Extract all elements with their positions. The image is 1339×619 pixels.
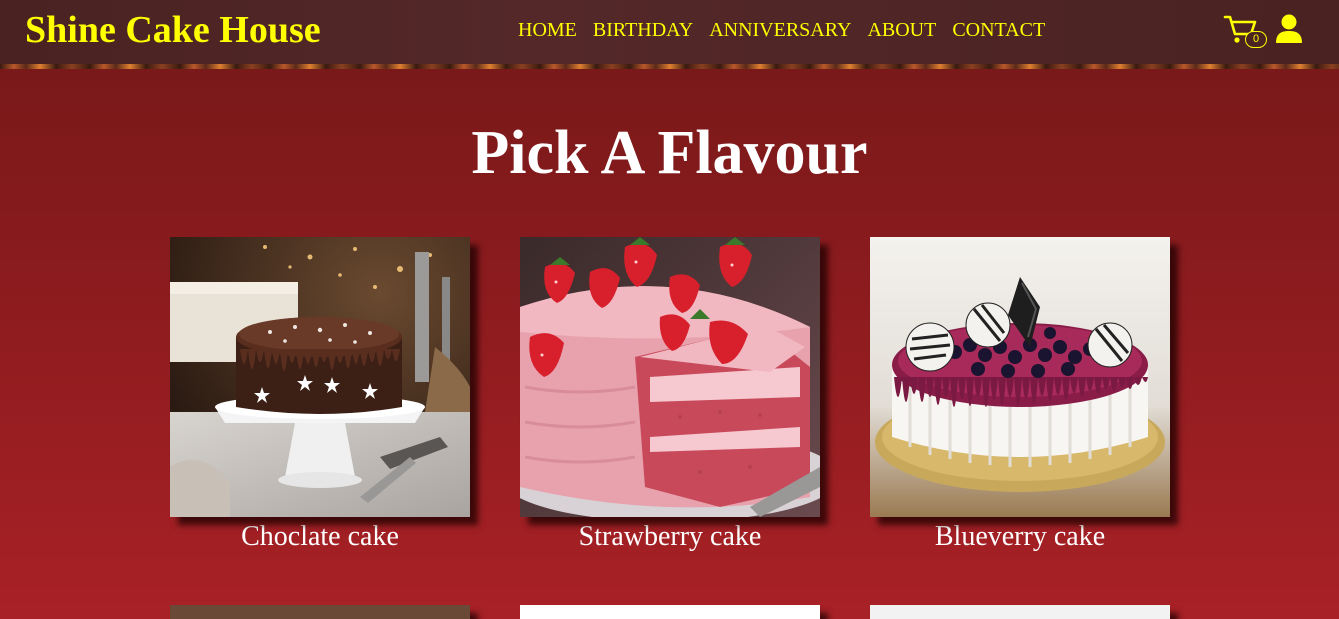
card-label: Strawberry cake bbox=[578, 521, 762, 552]
product-card-chocolate[interactable]: Choclate cake bbox=[170, 237, 470, 553]
card-label: Choclate cake bbox=[241, 521, 399, 552]
nav-birthday[interactable]: BIRTHDAY bbox=[593, 19, 693, 42]
product-card-strawberry[interactable]: Strawberry cake bbox=[520, 237, 820, 553]
cart-button[interactable]: 0 bbox=[1223, 13, 1267, 49]
user-icon bbox=[1276, 14, 1302, 43]
product-card-peek[interactable] bbox=[170, 605, 470, 619]
nav-about[interactable]: ABOUT bbox=[867, 19, 936, 42]
nav-anniversary[interactable]: ANNIVERSARY bbox=[709, 19, 851, 42]
product-card-peek[interactable] bbox=[520, 605, 820, 619]
cart-count-badge: 0 bbox=[1245, 31, 1267, 48]
nav-menu: HOME BIRTHDAY ANNIVERSARY ABOUT CONTACT bbox=[518, 19, 1045, 42]
brand-logo[interactable]: Shine Cake House bbox=[25, 8, 321, 52]
navbar: Shine Cake House HOME BIRTHDAY ANNIVERSA… bbox=[0, 0, 1339, 64]
product-card-blueberry[interactable]: Blueverry cake bbox=[870, 237, 1170, 553]
nav-contact[interactable]: CONTACT bbox=[952, 19, 1045, 42]
nav-home[interactable]: HOME bbox=[518, 19, 577, 42]
chocolate-cake-image[interactable] bbox=[170, 237, 470, 517]
header-banner-strip bbox=[0, 64, 1339, 69]
user-account-button[interactable] bbox=[1275, 14, 1303, 44]
card-label: Blueverry cake bbox=[934, 521, 1106, 552]
page-title: Pick A Flavour bbox=[471, 119, 868, 187]
blueberry-cake-image[interactable] bbox=[870, 237, 1170, 517]
strawberry-cake-image[interactable] bbox=[520, 237, 820, 517]
product-card-peek[interactable] bbox=[870, 605, 1170, 619]
